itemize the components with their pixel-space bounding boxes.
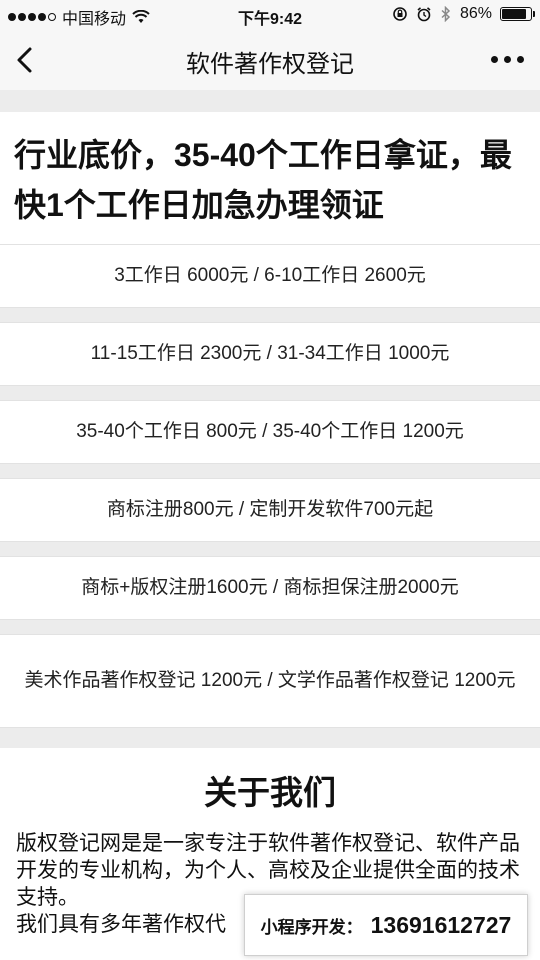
contact-badge[interactable]: 小程序开发： 13691612727: [244, 894, 528, 956]
navigation-bar: 软件著作权登记: [0, 30, 540, 90]
more-dot: [517, 56, 524, 63]
more-dots-icon: [491, 56, 498, 63]
more-button[interactable]: [491, 56, 524, 63]
price-row-4[interactable]: 商标注册800元 / 定制开发软件700元起: [0, 478, 540, 542]
bluetooth-icon: [441, 6, 451, 22]
price-row-3[interactable]: 35-40个工作日 800元 / 35-40个工作日 1200元: [0, 400, 540, 464]
price-row-1[interactable]: 3工作日 6000元 / 6-10工作日 2600元: [0, 244, 540, 308]
headline-banner: 行业底价，35-40个工作日拿证，最快1个工作日加急办理领证: [0, 112, 540, 244]
alarm-icon: [417, 7, 431, 22]
rotation-lock-icon: [393, 7, 407, 21]
price-row-6[interactable]: 美术作品著作权登记 1200元 / 文学作品著作权登记 1200元: [0, 634, 540, 728]
battery-icon: [500, 7, 535, 21]
about-title: 关于我们: [204, 774, 336, 811]
page-title: 软件著作权登记: [186, 51, 354, 78]
battery-percent: 86%: [459, 5, 492, 22]
price-row-2[interactable]: 11-15工作日 2300元 / 31-34工作日 1000元: [0, 322, 540, 386]
contact-label: 小程序开发：: [260, 917, 363, 937]
price-row-5[interactable]: 商标+版权注册1600元 / 商标担保注册2000元: [0, 556, 540, 620]
status-right: 86%: [392, 5, 535, 23]
battery-level-fill: [502, 9, 526, 19]
more-dot: [504, 56, 511, 63]
contact-phone[interactable]: 13691612727: [371, 912, 512, 939]
status-bar: 中国移动 下午9:42 86%: [0, 0, 540, 30]
